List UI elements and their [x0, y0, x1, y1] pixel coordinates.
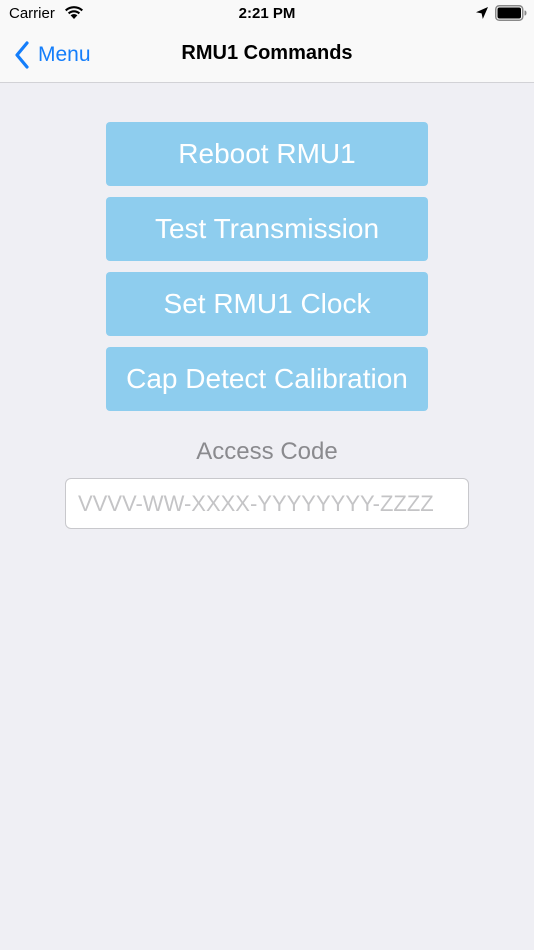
reboot-rmu1-button[interactable]: Reboot RMU1	[106, 122, 428, 186]
test-transmission-button[interactable]: Test Transmission	[106, 197, 428, 261]
cap-detect-calibration-button[interactable]: Cap Detect Calibration	[106, 347, 428, 411]
command-list: Reboot RMU1 Test Transmission Set RMU1 C…	[106, 122, 428, 422]
status-time: 2:21 PM	[238, 5, 296, 22]
page-title: RMU1 Commands	[181, 42, 353, 64]
status-bar: Carrier 2:21 PM	[0, 0, 534, 28]
set-rmu1-clock-button[interactable]: Set RMU1 Clock	[106, 272, 428, 336]
access-code-label: Access Code	[196, 438, 338, 465]
navigation-bar: Menu RMU1 Commands	[0, 28, 534, 83]
location-arrow-icon	[476, 7, 488, 19]
battery-full-icon	[495, 5, 527, 21]
access-code-input[interactable]	[65, 478, 469, 529]
